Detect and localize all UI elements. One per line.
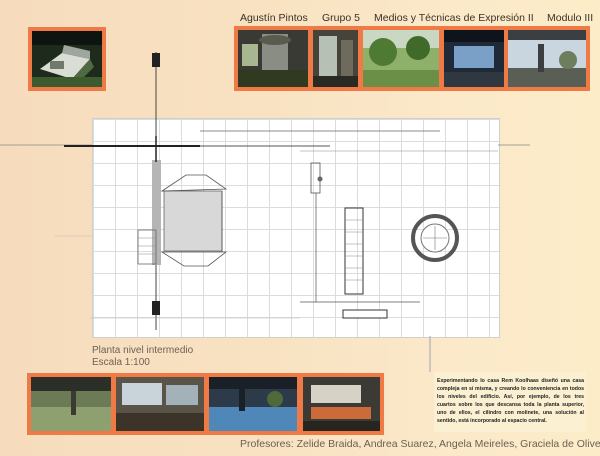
- description-text: Experimentando lo casa Rem Koolhaas dise…: [437, 378, 584, 424]
- professors-credit: Profesores: Zelide Braida, Andrea Suarez…: [240, 438, 600, 450]
- exterior-photo: [31, 377, 111, 431]
- facade-photo: [303, 377, 380, 431]
- poster-board: Agustín Pintos Grupo 5 Medios y Técnicas…: [0, 0, 600, 456]
- plan-scale: Escala 1:100: [92, 357, 150, 368]
- plan-title: Planta nivel intermedio: [92, 345, 194, 356]
- living-room-photo: [116, 377, 204, 431]
- pool-photo: [209, 377, 297, 431]
